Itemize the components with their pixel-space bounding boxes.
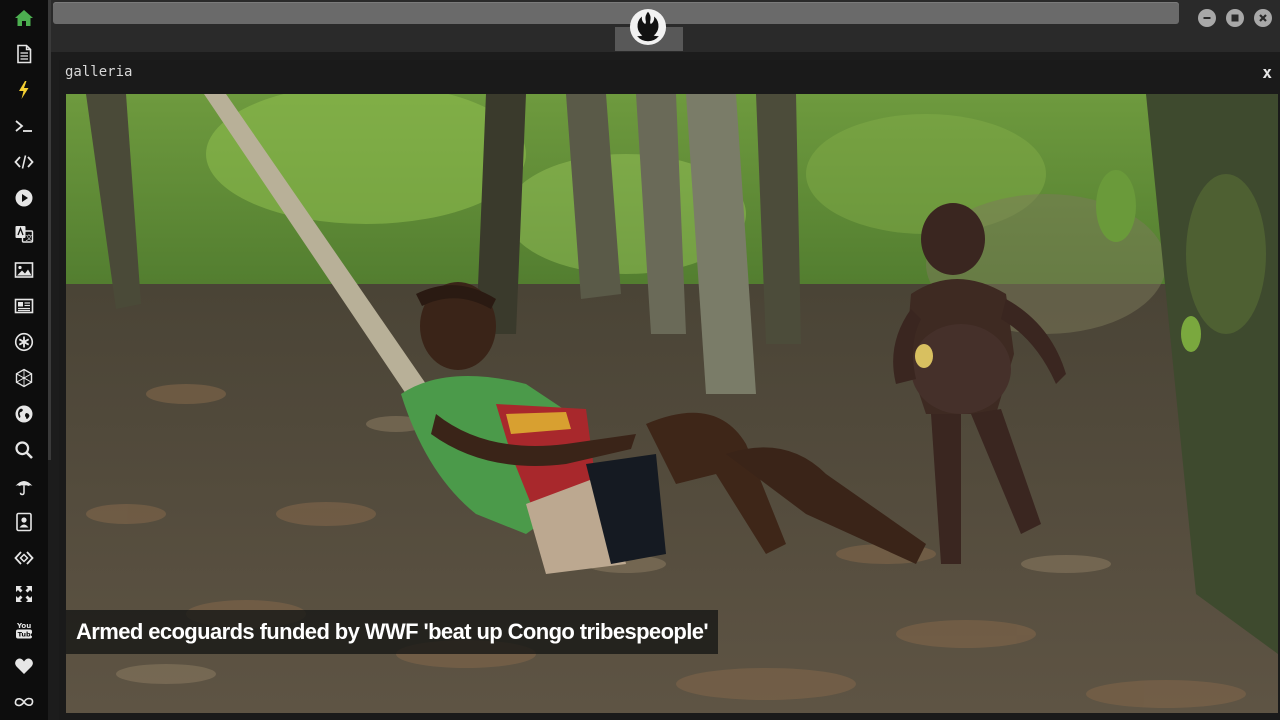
hexagon-icon <box>15 368 33 388</box>
svg-text:You: You <box>16 622 31 630</box>
close-icon <box>1259 14 1267 22</box>
maximize-button[interactable] <box>1226 9 1244 27</box>
minimize-icon <box>1203 17 1211 19</box>
top-bar <box>51 0 1280 52</box>
document-icon <box>17 44 32 64</box>
sidebar-item-expand[interactable] <box>0 578 48 610</box>
svg-text:文: 文 <box>26 233 33 242</box>
sidebar-item-youtube[interactable]: You Tube <box>0 614 48 646</box>
sidebar-item-home[interactable] <box>0 2 48 34</box>
home-icon <box>15 10 33 26</box>
panel-title: galleria <box>65 64 133 80</box>
translate-icon: 文 <box>15 226 34 243</box>
sidebar-item-search[interactable] <box>0 434 48 466</box>
lightning-icon <box>19 81 29 99</box>
maximize-icon <box>1231 14 1239 22</box>
play-icon <box>15 189 33 207</box>
sidebar: 文 You Tube <box>0 0 48 720</box>
diamond-code-icon <box>14 551 34 565</box>
expand-arrows-icon <box>16 586 32 602</box>
newspaper-icon <box>14 298 34 314</box>
sidebar-item-lightning[interactable] <box>0 74 48 106</box>
globe-icon <box>15 405 33 423</box>
sidebar-item-code[interactable] <box>0 146 48 178</box>
svg-text:Tube: Tube <box>18 631 34 639</box>
sidebar-item-infinity[interactable] <box>0 686 48 718</box>
gallery-photo[interactable]: Armed ecoguards funded by WWF 'beat up C… <box>66 94 1278 713</box>
sidebar-item-asterisk[interactable] <box>0 326 48 358</box>
sidebar-item-document[interactable] <box>0 38 48 70</box>
umbrella-icon <box>15 481 33 496</box>
sidebar-item-contact[interactable] <box>0 506 48 538</box>
sidebar-item-globe[interactable] <box>0 398 48 430</box>
youtube-icon: YouTube <box>16 622 34 639</box>
search-icon <box>15 441 33 459</box>
sidebar-item-image[interactable] <box>0 254 48 286</box>
sidebar-item-diamond-code[interactable] <box>0 542 48 574</box>
heart-icon <box>15 658 33 674</box>
code-icon <box>14 155 34 169</box>
sidebar-item-umbrella[interactable] <box>0 470 48 502</box>
sidebar-scrollbar[interactable] <box>48 0 51 460</box>
minimize-button[interactable] <box>1198 9 1216 27</box>
sidebar-item-heart[interactable] <box>0 650 48 682</box>
close-window-button[interactable] <box>1254 9 1272 27</box>
contact-card-icon <box>16 512 32 532</box>
rebel-alliance-icon <box>629 8 667 46</box>
terminal-icon <box>15 120 32 132</box>
asterisk-icon <box>14 332 34 352</box>
image-icon <box>14 262 34 278</box>
photo-caption: Armed ecoguards funded by WWF 'beat up C… <box>66 610 719 654</box>
panel-close-button[interactable]: x <box>1262 63 1272 82</box>
sidebar-item-hexagon[interactable] <box>0 362 48 394</box>
sidebar-item-newspaper[interactable] <box>0 290 48 322</box>
sidebar-item-translate[interactable]: 文 <box>0 218 48 250</box>
sidebar-item-terminal[interactable] <box>0 110 48 142</box>
galleria-panel: galleria x Armed ecoguards funded by WWF… <box>59 60 1280 720</box>
sidebar-item-play[interactable] <box>0 182 48 214</box>
infinity-cloud-icon <box>14 697 34 707</box>
address-bar[interactable] <box>53 2 1179 24</box>
